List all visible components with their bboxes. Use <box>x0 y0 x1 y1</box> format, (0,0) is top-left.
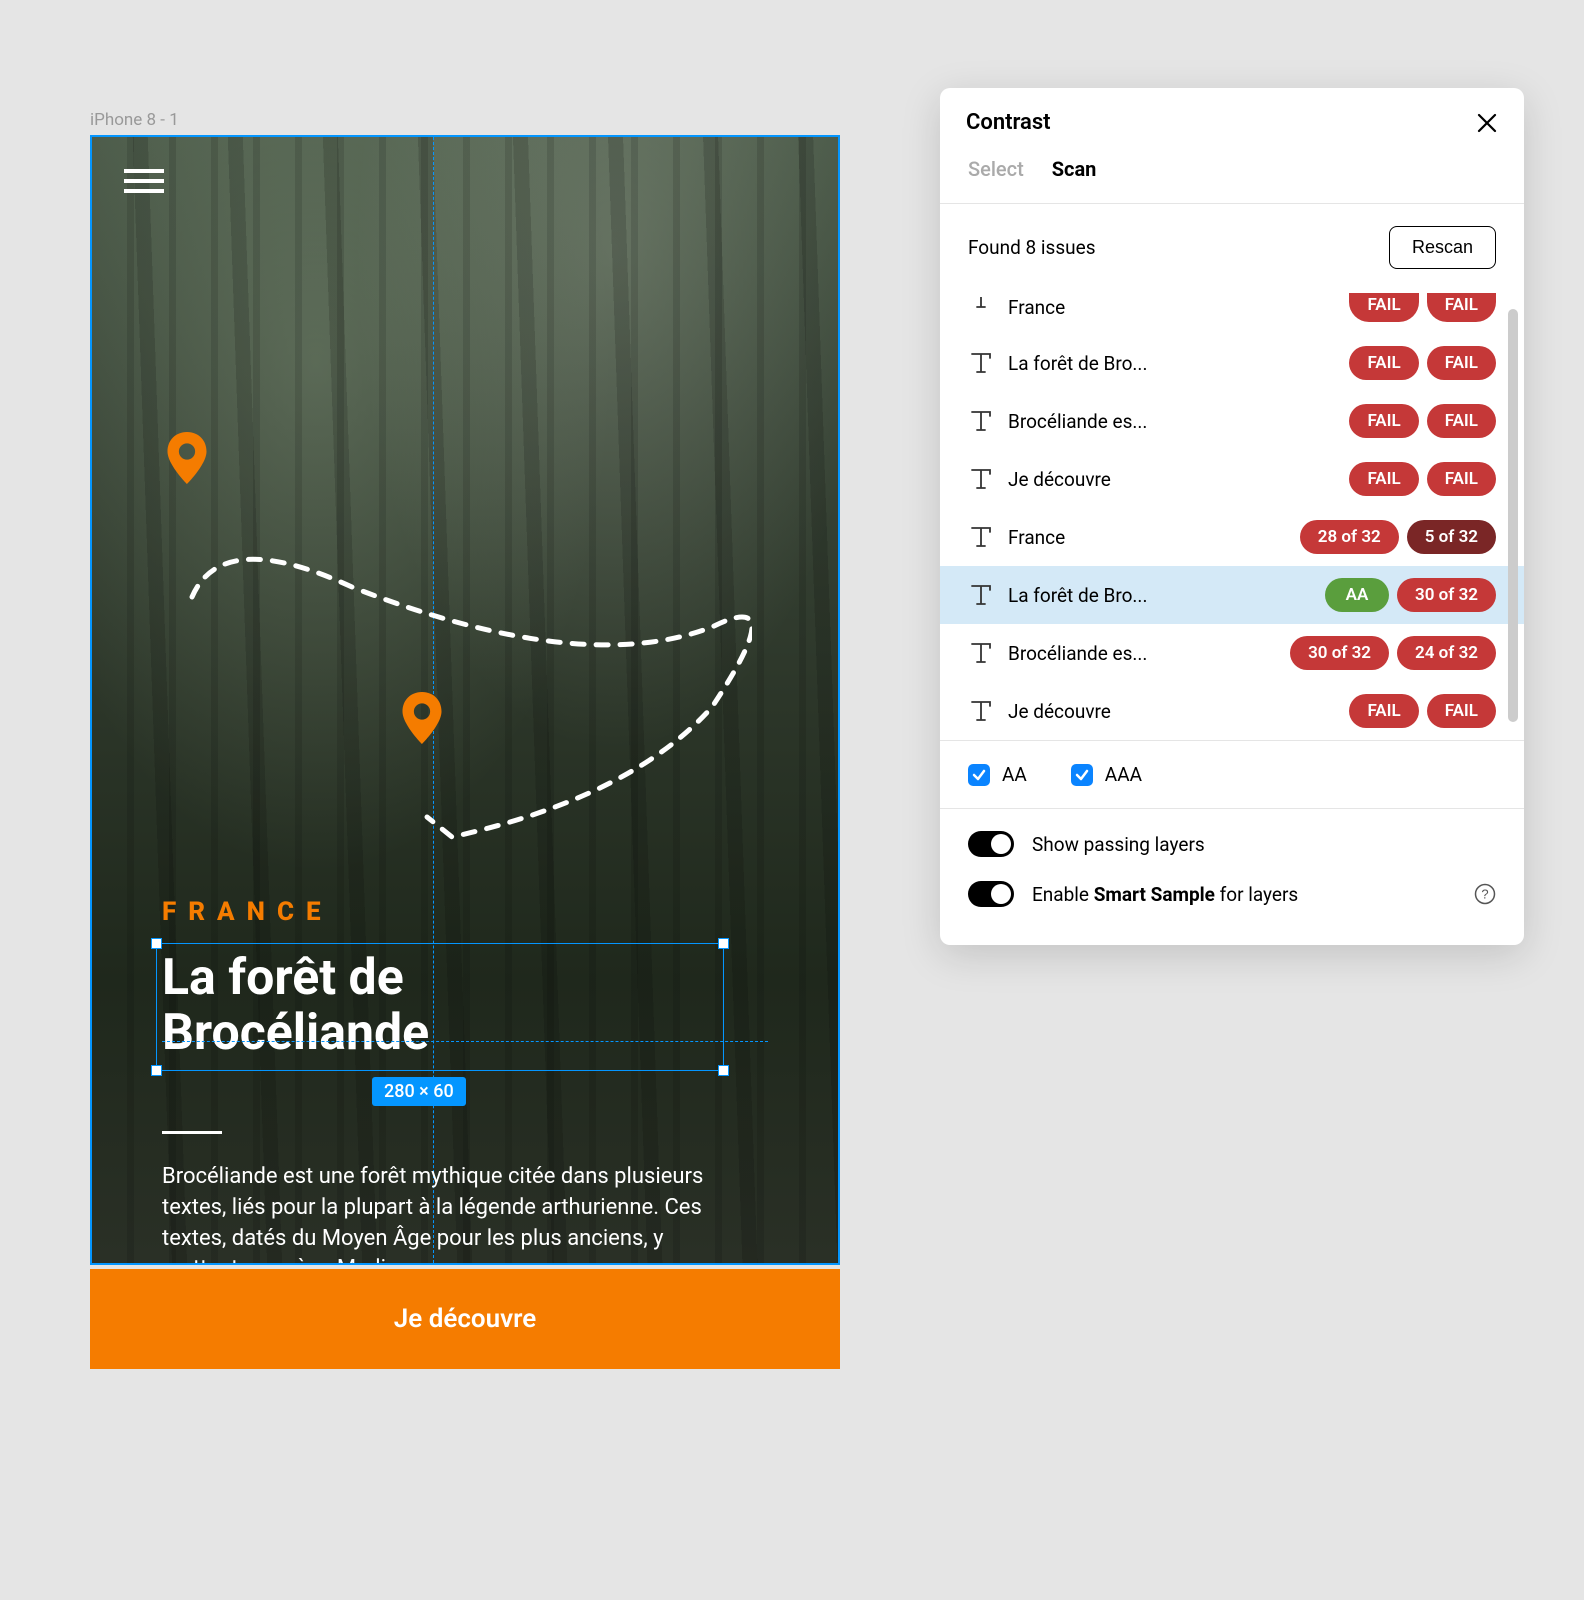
status-badge: FAIL <box>1427 293 1496 322</box>
guide-horizontal <box>162 1041 768 1042</box>
toggle[interactable] <box>968 881 1014 907</box>
layer-name: La forêt de Bro... <box>1008 352 1335 375</box>
issue-row[interactable]: La forêt de Bro... FAIL FAIL <box>940 334 1524 392</box>
tabs: Select Scan <box>940 157 1524 204</box>
text-layer-icon <box>968 466 994 492</box>
phone-frame[interactable]: FRANCE La forêt deBrocéliande 280 × 60 B… <box>90 135 840 1265</box>
issue-row[interactable]: La forêt de Bro... AA30 of 32 <box>940 566 1524 624</box>
status-badge: FAIL <box>1427 462 1496 496</box>
selection-handle[interactable] <box>718 1065 729 1076</box>
issue-row[interactable]: Brocéliande es... 30 of 3224 of 32 <box>940 624 1524 682</box>
options: Show passing layers Enable Smart Sample … <box>940 808 1524 945</box>
size-badge: 280 × 60 <box>372 1077 466 1106</box>
svg-text:?: ? <box>1481 887 1488 902</box>
issue-row[interactable]: Je découvre FAIL FAIL <box>940 450 1524 508</box>
text-layer-icon <box>968 582 994 608</box>
issue-row[interactable]: Je découvre FAIL FAIL <box>940 682 1524 740</box>
toggle[interactable] <box>968 831 1014 857</box>
check-aa[interactable]: AA <box>968 763 1027 786</box>
status-badge: FAIL <box>1349 404 1418 438</box>
status-badge: FAIL <box>1349 293 1418 322</box>
check-label: AA <box>1002 763 1027 786</box>
layer-name: France <box>1008 526 1286 549</box>
close-icon[interactable] <box>1476 112 1498 134</box>
panel-title: Contrast <box>966 110 1051 135</box>
option-smart-sample: Enable Smart Sample for layers ? <box>968 869 1496 919</box>
hamburger-icon[interactable] <box>124 169 164 193</box>
text-layer-icon <box>968 350 994 376</box>
issue-row[interactable]: Brocéliande es... FAIL FAIL <box>940 392 1524 450</box>
status-badge: 30 of 32 <box>1290 636 1389 670</box>
text-layer-icon <box>968 640 994 666</box>
badges: FAIL FAIL <box>1349 346 1496 380</box>
checkbox-icon[interactable] <box>968 764 990 786</box>
cta-button[interactable]: Je découvre <box>90 1269 840 1369</box>
layer-name: Je découvre <box>1008 468 1335 491</box>
layer-name: La forêt de Bro... <box>1008 584 1311 607</box>
status-badge: FAIL <box>1427 694 1496 728</box>
tab-scan[interactable]: Scan <box>1052 157 1097 181</box>
title-text: La forêt deBrocéliande <box>162 951 429 1061</box>
layer-name: Je découvre <box>1008 700 1335 723</box>
found-text: Found 8 issues <box>968 236 1096 259</box>
body-text: Brocéliande est une forêt mythique citée… <box>162 1162 722 1265</box>
badges: 30 of 3224 of 32 <box>1290 636 1496 670</box>
status-badge: 24 of 32 <box>1397 636 1496 670</box>
layer-name: Brocéliande es... <box>1008 410 1335 433</box>
country-label: FRANCE <box>162 897 768 927</box>
option-label: Show passing layers <box>1032 833 1496 856</box>
check-label: AAA <box>1105 763 1142 786</box>
underline <box>162 1131 222 1134</box>
map-pin-icon <box>402 692 442 744</box>
badges: FAIL FAIL <box>1349 293 1496 322</box>
contrast-panel: Contrast Select Scan Found 8 issues Resc… <box>940 88 1524 945</box>
help-icon[interactable]: ? <box>1474 883 1496 905</box>
text-layer-icon <box>968 698 994 724</box>
status-badge: 5 of 32 <box>1407 520 1496 554</box>
status-badge: 28 of 32 <box>1300 520 1399 554</box>
issues-list: FranceFAILFAILLa forêt de Bro...FAILFAIL… <box>940 291 1524 740</box>
tab-select[interactable]: Select <box>968 157 1024 181</box>
checks-row: AA AAA <box>940 740 1524 808</box>
status-badge: FAIL <box>1427 404 1496 438</box>
status-badge: AA <box>1325 578 1389 612</box>
text-block: FRANCE La forêt deBrocéliande 280 × 60 B… <box>162 897 768 1265</box>
check-aaa[interactable]: AAA <box>1071 763 1142 786</box>
text-layer-icon <box>968 408 994 434</box>
layer-name: France <box>1008 296 1335 319</box>
title-selection[interactable]: La forêt deBrocéliande <box>162 951 429 1061</box>
scrollbar[interactable] <box>1508 309 1518 722</box>
panel-header: Contrast <box>940 88 1524 157</box>
badges: FAIL FAIL <box>1349 462 1496 496</box>
badges: AA30 of 32 <box>1325 578 1496 612</box>
badges: 28 of 325 of 32 <box>1300 520 1496 554</box>
status-badge: FAIL <box>1349 694 1418 728</box>
status-badge: 30 of 32 <box>1397 578 1496 612</box>
status-badge: FAIL <box>1349 346 1418 380</box>
map-pin-icon <box>167 432 207 484</box>
status-badge: FAIL <box>1427 346 1496 380</box>
option-show-passing: Show passing layers <box>968 819 1496 869</box>
badges: FAIL FAIL <box>1349 694 1496 728</box>
option-label: Enable Smart Sample for layers <box>1032 883 1456 906</box>
scan-header: Found 8 issues Rescan <box>940 204 1524 291</box>
phone-content: FRANCE La forêt deBrocéliande 280 × 60 B… <box>92 137 838 1263</box>
status-badge: FAIL <box>1349 462 1418 496</box>
selection-handle[interactable] <box>718 938 729 949</box>
text-layer-icon <box>968 296 994 322</box>
frame-label: iPhone 8 - 1 <box>90 110 179 130</box>
issue-row[interactable]: France 28 of 325 of 32 <box>940 508 1524 566</box>
issue-row[interactable]: France FAIL FAIL <box>940 291 1524 334</box>
checkbox-icon[interactable] <box>1071 764 1093 786</box>
badges: FAIL FAIL <box>1349 404 1496 438</box>
rescan-button[interactable]: Rescan <box>1389 226 1496 269</box>
text-layer-icon <box>968 524 994 550</box>
layer-name: Brocéliande es... <box>1008 642 1276 665</box>
